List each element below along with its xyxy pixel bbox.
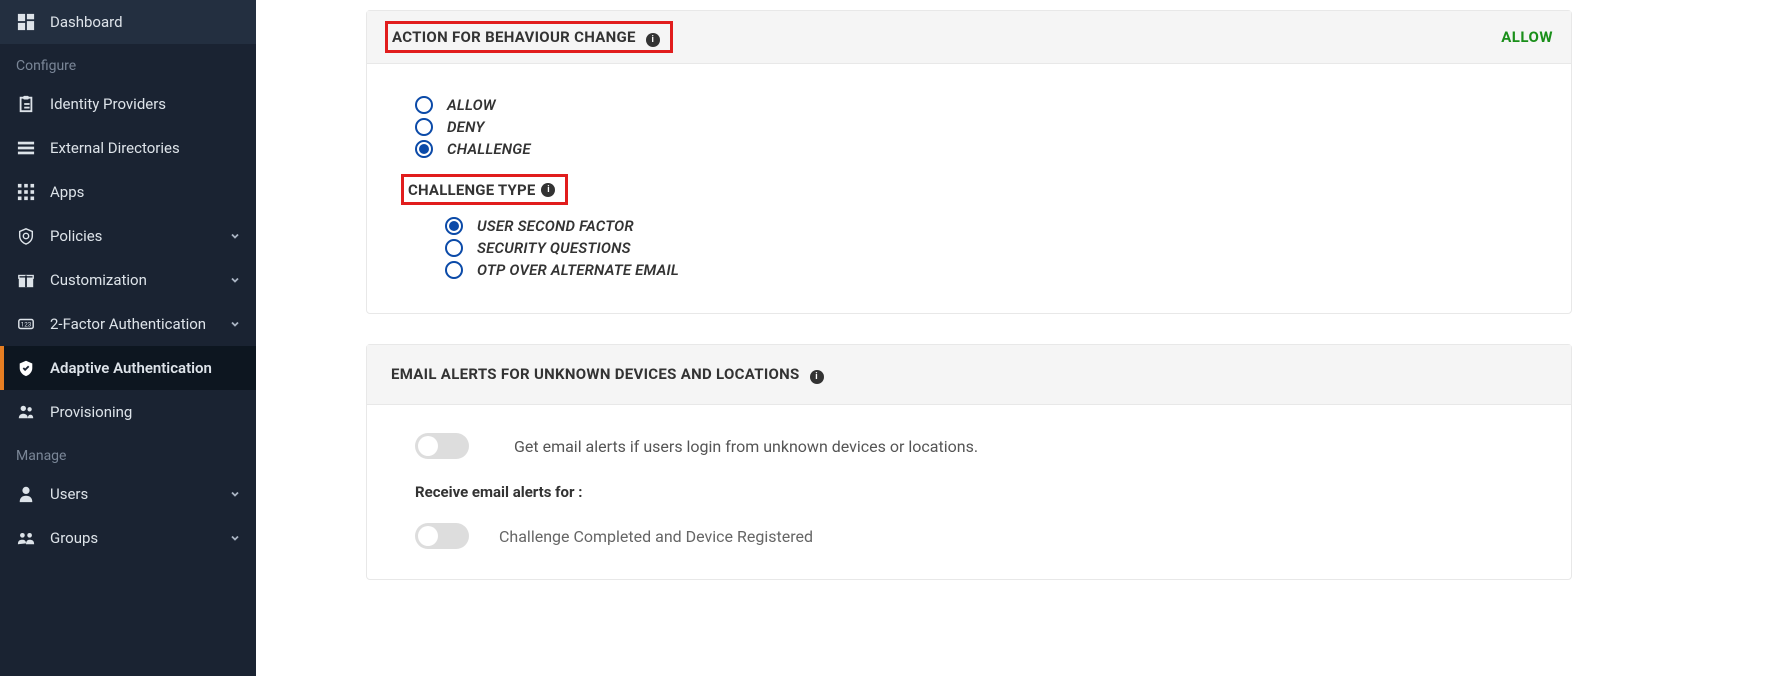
card-header: ACTION FOR BEHAVIOUR CHANGE i ALLOW [367, 11, 1571, 64]
card-email-alerts: EMAIL ALERTS FOR UNKNOWN DEVICES AND LOC… [366, 344, 1572, 580]
radio-label: CHALLENGE [447, 140, 531, 158]
sidebar-item-users[interactable]: Users [0, 472, 256, 516]
radio-icon [415, 140, 433, 158]
radio-group-action: ALLOW DENY CHALLENGE [415, 96, 1523, 158]
sidebar-item-adaptive-auth[interactable]: Adaptive Authentication [0, 346, 256, 390]
sidebar-section-configure: Configure [0, 44, 256, 82]
radio-row-challenge[interactable]: CHALLENGE [415, 140, 1523, 158]
svg-text:123: 123 [21, 321, 32, 329]
sidebar-item-policies[interactable]: Policies [0, 214, 256, 258]
radio-icon [445, 239, 463, 257]
sidebar-item-label: 2-Factor Authentication [50, 315, 230, 333]
alert-option-row: Challenge Completed and Device Registere… [415, 523, 1523, 549]
sidebar-item-label: External Directories [50, 139, 240, 157]
chevron-down-icon [230, 231, 240, 241]
sidebar-item-label: Customization [50, 271, 230, 289]
toggle-row: Get email alerts if users login from unk… [415, 433, 1523, 459]
chevron-down-icon [230, 319, 240, 329]
sidebar-item-groups[interactable]: Groups [0, 516, 256, 560]
radio-label: SECURITY QUESTIONS [477, 239, 631, 257]
radio-label: ALLOW [447, 96, 496, 114]
radio-label: DENY [447, 118, 485, 136]
highlight-box: CHALLENGE TYPE i [401, 174, 568, 205]
hash-icon: 123 [16, 314, 36, 334]
radio-label: USER SECOND FACTOR [477, 217, 634, 235]
sidebar-item-label: Groups [50, 529, 230, 547]
list-icon [16, 138, 36, 158]
sidebar-item-label: Policies [50, 227, 230, 245]
card-title-text: EMAIL ALERTS FOR UNKNOWN DEVICES AND LOC… [391, 365, 800, 383]
sidebar-item-identity-providers[interactable]: Identity Providers [0, 82, 256, 126]
sidebar-item-2fa[interactable]: 123 2-Factor Authentication [0, 302, 256, 346]
shield-check-icon [16, 358, 36, 378]
radio-row-deny[interactable]: DENY [415, 118, 1523, 136]
clipboard-icon [16, 94, 36, 114]
chevron-down-icon [230, 489, 240, 499]
chevron-down-icon [230, 275, 240, 285]
toggle-challenge-completed[interactable] [415, 523, 469, 549]
radio-row-otp-email[interactable]: OTP OVER ALTERNATE EMAIL [445, 261, 1523, 279]
radio-icon [415, 118, 433, 136]
sidebar-section-manage: Manage [0, 434, 256, 472]
radio-icon [445, 261, 463, 279]
sidebar-item-label: Users [50, 485, 230, 503]
receive-alerts-label: Receive email alerts for : [415, 483, 1523, 501]
sidebar-item-provisioning[interactable]: Provisioning [0, 390, 256, 434]
highlight-box: ACTION FOR BEHAVIOUR CHANGE i [385, 21, 673, 53]
shield-q-icon [16, 226, 36, 246]
chevron-down-icon [230, 533, 240, 543]
grid-icon [16, 182, 36, 202]
dashboard-icon [16, 12, 36, 32]
toggle-email-alerts[interactable] [415, 433, 469, 459]
info-icon[interactable]: i [646, 33, 660, 47]
radio-icon [415, 96, 433, 114]
card-title: EMAIL ALERTS FOR UNKNOWN DEVICES AND LOC… [391, 365, 824, 384]
radio-row-second-factor[interactable]: USER SECOND FACTOR [445, 217, 1523, 235]
sidebar-item-label: Adaptive Authentication [50, 359, 240, 377]
card-header: EMAIL ALERTS FOR UNKNOWN DEVICES AND LOC… [367, 345, 1571, 405]
card-status-allow: ALLOW [1501, 28, 1553, 46]
toggle-description: Get email alerts if users login from unk… [514, 437, 978, 456]
card-title: ACTION FOR BEHAVIOUR CHANGE [392, 28, 636, 46]
sidebar: Dashboard Configure Identity Providers E… [0, 0, 256, 676]
radio-row-security-questions[interactable]: SECURITY QUESTIONS [445, 239, 1523, 257]
radio-icon [445, 217, 463, 235]
sidebar-item-customization[interactable]: Customization [0, 258, 256, 302]
sidebar-item-dashboard[interactable]: Dashboard [0, 0, 256, 44]
radio-group-challenge-type: USER SECOND FACTOR SECURITY QUESTIONS OT… [445, 217, 1523, 279]
sidebar-item-apps[interactable]: Apps [0, 170, 256, 214]
radio-row-allow[interactable]: ALLOW [415, 96, 1523, 114]
card-body: ALLOW DENY CHALLENGE CHALLENGE TYPE i [367, 64, 1571, 313]
sidebar-item-external-directories[interactable]: External Directories [0, 126, 256, 170]
sidebar-item-label: Provisioning [50, 403, 240, 421]
info-icon[interactable]: i [541, 183, 555, 197]
group-icon [16, 528, 36, 548]
challenge-type-title: CHALLENGE TYPE i [408, 181, 555, 199]
alert-option-label: Challenge Completed and Device Registere… [499, 527, 813, 546]
sidebar-item-label: Identity Providers [50, 95, 240, 113]
main-content: ACTION FOR BEHAVIOUR CHANGE i ALLOW ALLO… [256, 0, 1792, 676]
challenge-type-label: CHALLENGE TYPE [408, 181, 535, 199]
user-icon [16, 484, 36, 504]
info-icon[interactable]: i [810, 370, 824, 384]
people-icon [16, 402, 36, 422]
card-body: Get email alerts if users login from unk… [367, 405, 1571, 579]
card-action-behaviour: ACTION FOR BEHAVIOUR CHANGE i ALLOW ALLO… [366, 10, 1572, 314]
radio-label: OTP OVER ALTERNATE EMAIL [477, 261, 679, 279]
sidebar-item-label: Dashboard [50, 13, 240, 31]
gift-icon [16, 270, 36, 290]
sidebar-item-label: Apps [50, 183, 240, 201]
